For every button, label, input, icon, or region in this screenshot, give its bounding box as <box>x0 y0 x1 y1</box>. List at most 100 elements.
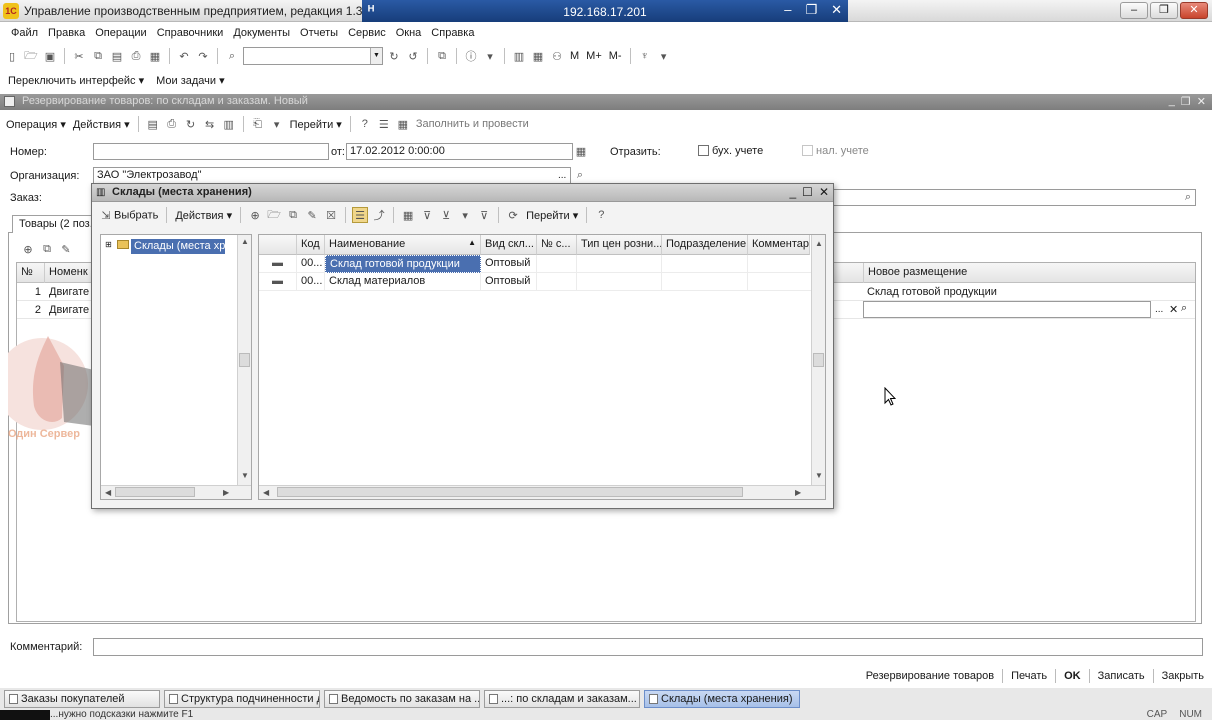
info-icon[interactable]: ⓘ <box>463 48 479 64</box>
filter-settings-icon[interactable]: ▦ <box>400 207 416 223</box>
chevron-down-icon[interactable]: ▼ <box>370 48 382 64</box>
help-icon[interactable]: ? <box>593 207 609 223</box>
hierarchy-icon[interactable]: ☰ <box>352 207 369 223</box>
reserve-goods-button[interactable]: Резервирование товаров <box>866 670 994 682</box>
task-subordination-structure[interactable]: Структура подчиненности д... <box>164 690 320 708</box>
print-icon[interactable]: ⎙ <box>128 48 144 64</box>
chevron-down-icon[interactable]: ▾ <box>269 116 285 132</box>
add-icon[interactable]: ⊕ <box>247 207 263 223</box>
find-next-icon[interactable]: ↻ <box>386 48 402 64</box>
scroll-up-icon[interactable]: ▲ <box>241 237 249 246</box>
scroll-right-icon[interactable]: ▶ <box>795 488 801 497</box>
ok-button[interactable]: OK <box>1064 670 1081 682</box>
column-header-name[interactable]: Наименование ▲ <box>325 235 481 255</box>
actions-menu-button[interactable]: Действия ▾ <box>173 209 234 222</box>
edit-icon[interactable]: ✎ <box>304 207 320 223</box>
bulb-icon[interactable]: ♆ <box>637 48 653 64</box>
clear-filter-icon[interactable]: ⊽ <box>476 207 492 223</box>
edit-icon[interactable]: ✎ <box>58 241 74 257</box>
scroll-right-icon[interactable]: ▶ <box>223 488 229 497</box>
task-reservation-document[interactable]: ...: по складам и заказам... <box>484 690 640 708</box>
column-header-department[interactable]: Подразделение <box>662 235 748 255</box>
tree-horizontal-scrollbar[interactable]: ◀ ▶ <box>101 485 251 499</box>
actions-menu-button[interactable]: Действия ▾ <box>71 118 132 131</box>
copy-icon[interactable]: ⧉ <box>285 207 301 223</box>
copy-row-icon[interactable]: ⧉ <box>39 241 55 257</box>
calculator-icon[interactable]: ▥ <box>511 48 527 64</box>
memory-button[interactable]: M <box>568 50 581 62</box>
menu-reports[interactable]: Отчеты <box>295 27 343 39</box>
column-header-new-placement[interactable]: Новое размещение <box>863 263 1193 283</box>
redo-icon[interactable]: ↷ <box>195 48 211 64</box>
select-button[interactable]: ⇲ Выбрать <box>96 207 160 223</box>
add-group-icon[interactable]: 🗁 <box>266 207 282 223</box>
remote-desktop-bar[interactable]: ᴴ 192.168.17.201 – ❐ ✕ <box>362 0 848 22</box>
menu-catalogs[interactable]: Справочники <box>152 27 229 39</box>
fill-and-post-button[interactable]: Заполнить и провести <box>414 118 531 130</box>
comment-field[interactable] <box>93 638 1203 656</box>
preview-icon[interactable]: ▦ <box>147 48 163 64</box>
movements-icon[interactable]: ▥ <box>221 116 237 132</box>
scroll-thumb[interactable] <box>277 487 743 497</box>
table-row[interactable]: ▬ 00... Склад материалов Оптовый <box>259 273 811 291</box>
calendar-icon[interactable]: ▦ <box>530 48 546 64</box>
list-horizontal-scrollbar[interactable]: ◀ ▶ <box>259 485 825 499</box>
menu-file[interactable]: Файл <box>6 27 43 39</box>
menu-edit[interactable]: Правка <box>43 27 90 39</box>
save-icon[interactable]: ▣ <box>42 48 58 64</box>
table-row[interactable]: ▬ 00... Склад готовой продукции Оптовый <box>259 255 811 273</box>
menu-operations[interactable]: Операции <box>90 27 151 39</box>
minimize-button[interactable]: – <box>1120 2 1148 19</box>
task-warehouses[interactable]: Склады (места хранения) <box>644 690 800 708</box>
monitor-icon[interactable]: ⚇ <box>549 48 565 64</box>
tax-checkbox[interactable]: нал. учете <box>802 145 869 157</box>
column-header-warehouse-type[interactable]: Вид скл... <box>481 235 537 255</box>
filter-by-value-icon[interactable]: ⊻ <box>438 207 454 223</box>
rdp-close-icon[interactable]: ✕ <box>831 2 842 18</box>
order-field[interactable] <box>830 189 1196 206</box>
filter-icon[interactable]: ⊽ <box>419 207 435 223</box>
scroll-left-icon[interactable]: ◀ <box>105 488 111 497</box>
add-icon[interactable]: ⊕ <box>20 241 36 257</box>
cut-icon[interactable]: ✂ <box>71 48 87 64</box>
delete-icon[interactable]: ☒ <box>323 207 339 223</box>
scroll-thumb[interactable] <box>813 353 824 367</box>
number-field[interactable] <box>93 143 329 160</box>
list-icon[interactable]: ☰ <box>376 116 392 132</box>
doc-close-icon[interactable]: ✕ <box>1197 95 1206 108</box>
date-field[interactable]: 17.02.2012 0:00:00 <box>346 143 573 160</box>
new-document-icon[interactable]: ▯ <box>4 48 20 64</box>
copy-icon[interactable]: ⧉ <box>90 48 106 64</box>
undo-icon[interactable]: ↶ <box>176 48 192 64</box>
windows-icon[interactable]: ⧉ <box>434 48 450 64</box>
tab-goods[interactable]: Товары (2 поз.) <box>12 215 96 233</box>
list-vertical-scrollbar[interactable]: ▲ ▼ <box>811 235 825 485</box>
refresh-icon[interactable]: ↻ <box>183 116 199 132</box>
scroll-thumb[interactable] <box>239 353 250 367</box>
menu-documents[interactable]: Документы <box>228 27 295 39</box>
chevron-down-icon[interactable]: ▾ <box>656 48 672 64</box>
refresh-icon[interactable]: ⟳ <box>505 207 521 223</box>
select-ellipsis-icon[interactable]: ... <box>558 170 566 181</box>
scroll-left-icon[interactable]: ◀ <box>263 488 269 497</box>
new-placement-editor[interactable] <box>863 301 1151 318</box>
open-folder-icon[interactable]: 🗁 <box>23 48 39 64</box>
column-header-item[interactable]: Номенк <box>45 263 91 283</box>
column-header-section-number[interactable]: № с... <box>537 235 577 255</box>
find-prev-icon[interactable]: ↺ <box>405 48 421 64</box>
my-tasks-button[interactable]: Мои задачи ▾ <box>156 74 225 87</box>
accounting-checkbox[interactable]: бух. учете <box>698 145 763 157</box>
level-up-icon[interactable]: ⤴ <box>371 207 387 223</box>
save-button[interactable]: Записать <box>1098 670 1145 682</box>
menu-windows[interactable]: Окна <box>391 27 427 39</box>
based-on-icon[interactable]: ⎗ <box>250 116 266 132</box>
close-button[interactable]: Закрыть <box>1162 670 1204 682</box>
search-icon[interactable]: ⌕ <box>1181 302 1187 315</box>
select-ellipsis-icon[interactable]: ... <box>1155 304 1163 315</box>
memory-minus-button[interactable]: M- <box>607 50 624 62</box>
table-icon[interactable]: ▦ <box>395 116 411 132</box>
help-icon[interactable]: ? <box>357 116 373 132</box>
search-combo[interactable]: ▼ <box>243 47 383 65</box>
rdp-minimize-icon[interactable]: – <box>784 2 791 18</box>
tree-item-root[interactable]: Склады (места хранения) <box>131 239 225 254</box>
